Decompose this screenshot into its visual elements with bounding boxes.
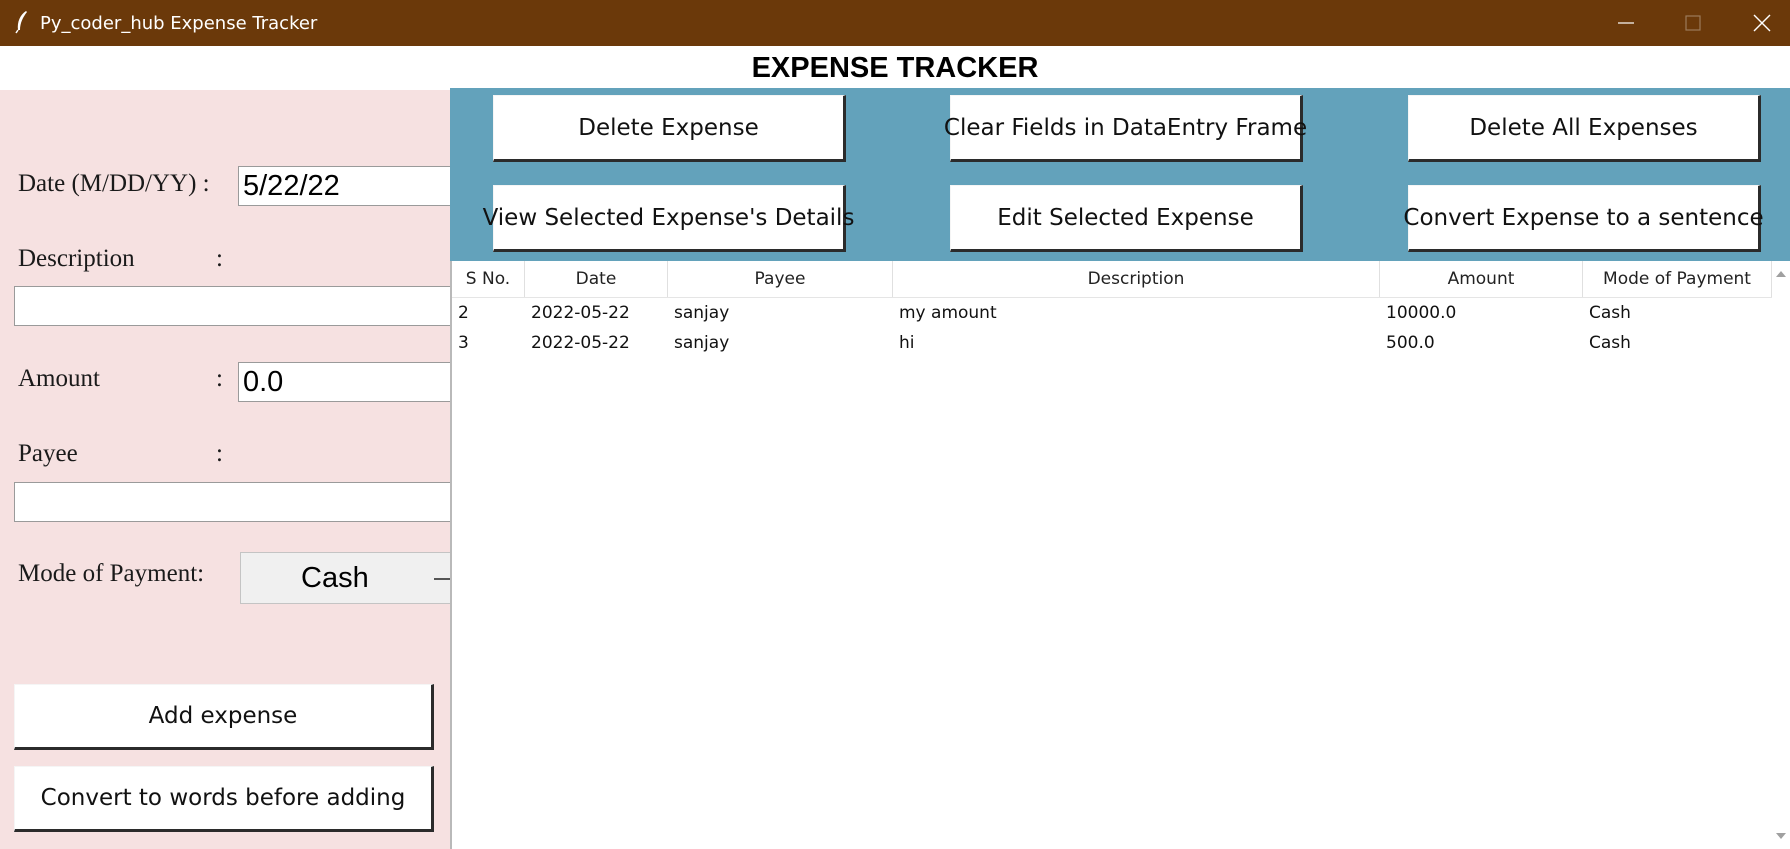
cell-description: my amount bbox=[899, 303, 997, 323]
app-title: EXPENSE TRACKER bbox=[751, 52, 1039, 84]
maximize-icon bbox=[1685, 15, 1701, 31]
cell-sno: 3 bbox=[458, 333, 469, 353]
payee-label: Payee bbox=[18, 440, 78, 467]
table-scrollbar[interactable] bbox=[1772, 261, 1790, 847]
cell-payee: sanjay bbox=[674, 303, 730, 323]
minimize-icon bbox=[1618, 22, 1634, 24]
table-row[interactable]: 2 2022-05-22 sanjay my amount 10000.0 Ca… bbox=[452, 298, 1772, 328]
expense-table[interactable]: S No. Date Payee Description Amount Mode… bbox=[450, 261, 1790, 849]
mode-of-payment-value: Cash bbox=[301, 562, 369, 594]
cell-date: 2022-05-22 bbox=[531, 303, 630, 323]
amount-colon: : bbox=[216, 365, 223, 392]
column-header-payee[interactable]: Payee bbox=[668, 261, 893, 297]
column-header-description[interactable]: Description bbox=[893, 261, 1380, 297]
delete-all-expenses-button[interactable]: Delete All Expenses bbox=[1408, 95, 1761, 162]
cell-mode: Cash bbox=[1589, 333, 1631, 353]
table-header: S No. Date Payee Description Amount Mode… bbox=[452, 261, 1772, 298]
cell-sno: 2 bbox=[458, 303, 469, 323]
cell-date: 2022-05-22 bbox=[531, 333, 630, 353]
delete-expense-button[interactable]: Delete Expense bbox=[493, 95, 846, 162]
dropdown-indicator-icon bbox=[434, 578, 450, 580]
close-icon bbox=[1753, 14, 1771, 32]
convert-to-words-button[interactable]: Convert to words before adding bbox=[14, 766, 434, 832]
description-colon: : bbox=[216, 245, 223, 272]
column-header-sno[interactable]: S No. bbox=[452, 261, 525, 297]
minimize-button[interactable] bbox=[1594, 0, 1658, 46]
column-header-mode[interactable]: Mode of Payment bbox=[1583, 261, 1772, 297]
action-button-panel: Delete Expense Clear Fields in DataEntry… bbox=[450, 88, 1790, 261]
close-button[interactable] bbox=[1730, 0, 1790, 46]
column-header-date[interactable]: Date bbox=[525, 261, 668, 297]
edit-expense-button[interactable]: Edit Selected Expense bbox=[950, 185, 1303, 252]
description-input[interactable] bbox=[14, 286, 452, 326]
maximize-button[interactable] bbox=[1661, 0, 1725, 46]
payee-input[interactable] bbox=[14, 482, 452, 522]
date-label: Date (M/DD/YY) : bbox=[18, 170, 210, 197]
cell-mode: Cash bbox=[1589, 303, 1631, 323]
payee-colon: : bbox=[216, 440, 223, 467]
window-title: Py_coder_hub Expense Tracker bbox=[40, 13, 318, 34]
title-bar: Py_coder_hub Expense Tracker bbox=[0, 0, 1790, 46]
scroll-down-icon[interactable] bbox=[1776, 833, 1786, 839]
scroll-up-icon[interactable] bbox=[1776, 271, 1786, 277]
mode-of-payment-label: Mode of Payment: bbox=[18, 560, 205, 587]
cell-description: hi bbox=[899, 333, 915, 353]
add-expense-button[interactable]: Add expense bbox=[14, 684, 434, 750]
description-label: Description bbox=[18, 245, 135, 272]
cell-payee: sanjay bbox=[674, 333, 730, 353]
date-input[interactable]: 5/22/22 bbox=[238, 166, 452, 206]
mode-of-payment-select[interactable]: Cash bbox=[240, 552, 452, 604]
amount-label: Amount bbox=[18, 365, 100, 392]
table-row[interactable]: 3 2022-05-22 sanjay hi 500.0 Cash bbox=[452, 328, 1772, 358]
convert-to-sentence-button[interactable]: Convert Expense to a sentence bbox=[1403, 185, 1764, 252]
feather-icon bbox=[14, 10, 30, 34]
cell-amount: 10000.0 bbox=[1386, 303, 1457, 323]
clear-fields-button[interactable]: Clear Fields in DataEntry Frame bbox=[944, 95, 1307, 162]
cell-amount: 500.0 bbox=[1386, 333, 1435, 353]
column-header-amount[interactable]: Amount bbox=[1380, 261, 1583, 297]
view-details-button[interactable]: View Selected Expense's Details bbox=[483, 185, 854, 252]
amount-input[interactable]: 0.0 bbox=[238, 362, 452, 402]
